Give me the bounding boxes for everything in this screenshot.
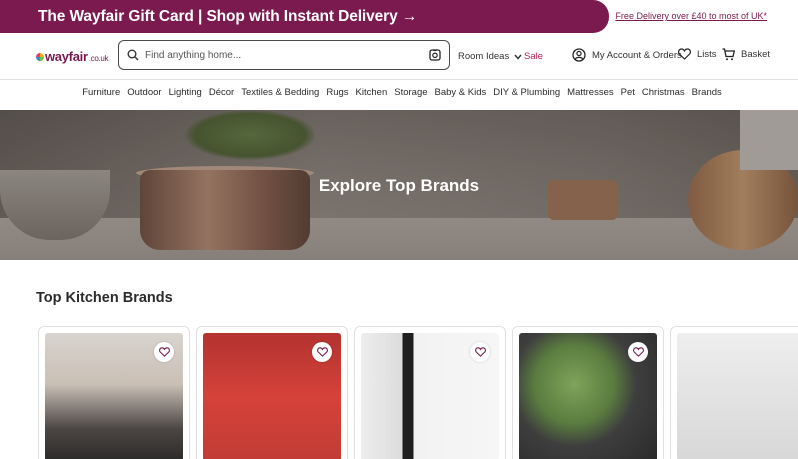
- lists-label: Lists: [697, 48, 717, 60]
- brand-card[interactable]: [670, 326, 798, 459]
- logo-tld: .co.uk: [88, 54, 109, 63]
- chevron-down-icon: [514, 54, 522, 60]
- room-ideas-label: Room Ideas: [458, 51, 510, 62]
- nav-item-outdoor[interactable]: Outdoor: [127, 87, 161, 103]
- hero-banner: Explore Top Brands: [0, 110, 798, 260]
- basket-icon: [722, 48, 735, 61]
- brand-card[interactable]: [38, 326, 190, 459]
- nav-item-christmas[interactable]: Christmas: [642, 87, 685, 103]
- nav-item-storage[interactable]: Storage: [394, 87, 427, 103]
- nav-item-rugs[interactable]: Rugs: [326, 87, 348, 103]
- lists-link[interactable]: Lists: [678, 48, 717, 60]
- brand-card-image: [519, 333, 657, 459]
- nav-item-decor[interactable]: Décor: [209, 87, 234, 103]
- brand-carousel[interactable]: [38, 326, 798, 459]
- favorite-heart-icon[interactable]: [628, 342, 648, 362]
- heart-icon: [678, 48, 691, 60]
- search-box[interactable]: Find anything home...: [118, 40, 450, 70]
- favorite-heart-icon[interactable]: [312, 342, 332, 362]
- nav-item-lighting[interactable]: Lighting: [169, 87, 202, 103]
- nav-item-kitchen[interactable]: Kitchen: [356, 87, 388, 103]
- favorite-heart-icon[interactable]: [470, 342, 490, 362]
- nav-item-baby-kids[interactable]: Baby & Kids: [435, 87, 487, 103]
- sale-link[interactable]: Sale: [524, 51, 543, 62]
- wayfair-logo[interactable]: wayfair .co.uk: [36, 49, 109, 64]
- search-icon: [127, 49, 139, 61]
- nav-item-textiles-bedding[interactable]: Textiles & Bedding: [241, 87, 319, 103]
- nav-item-mattresses[interactable]: Mattresses: [567, 87, 613, 103]
- gift-card-promo[interactable]: The Wayfair Gift Card | Shop with Instan…: [0, 0, 609, 33]
- nav-item-furniture[interactable]: Furniture: [82, 87, 120, 103]
- brand-card-image: [45, 333, 183, 459]
- promo-banner[interactable]: The Wayfair Gift Card | Shop with Instan…: [0, 0, 798, 33]
- brand-card-image: [203, 333, 341, 459]
- room-ideas-menu[interactable]: Room Ideas: [458, 51, 522, 62]
- nav-item-brands[interactable]: Brands: [692, 87, 722, 103]
- brand-card[interactable]: [512, 326, 664, 459]
- account-label: My Account & Orders: [592, 49, 682, 61]
- camera-search-icon[interactable]: [429, 49, 441, 61]
- basket-link[interactable]: Basket: [722, 48, 770, 61]
- brand-card[interactable]: [354, 326, 506, 459]
- section-title: Top Kitchen Brands: [36, 290, 173, 306]
- brand-card-image: [361, 333, 499, 459]
- header-divider: [0, 79, 798, 80]
- account-menu[interactable]: My Account & Orders: [572, 48, 682, 62]
- nav-item-pet[interactable]: Pet: [621, 87, 635, 103]
- favorite-heart-icon[interactable]: [154, 342, 174, 362]
- category-nav: Furniture Outdoor Lighting Décor Textile…: [0, 87, 798, 103]
- account-icon: [572, 48, 586, 62]
- logo-pinwheel-icon: [36, 52, 44, 61]
- nav-item-diy-plumbing[interactable]: DIY & Plumbing: [493, 87, 560, 103]
- site-header: wayfair .co.uk Find anything home... Roo…: [0, 38, 798, 74]
- logo-text: wayfair: [45, 49, 88, 64]
- hero-title: Explore Top Brands: [318, 176, 480, 195]
- search-input[interactable]: Find anything home...: [145, 50, 429, 61]
- free-delivery-link[interactable]: Free Delivery over £40 to most of UK*: [615, 11, 767, 21]
- gift-card-promo-text: The Wayfair Gift Card | Shop with Instan…: [38, 7, 418, 25]
- brand-card[interactable]: [196, 326, 348, 459]
- basket-label: Basket: [741, 49, 771, 60]
- brand-card-image: [677, 333, 798, 459]
